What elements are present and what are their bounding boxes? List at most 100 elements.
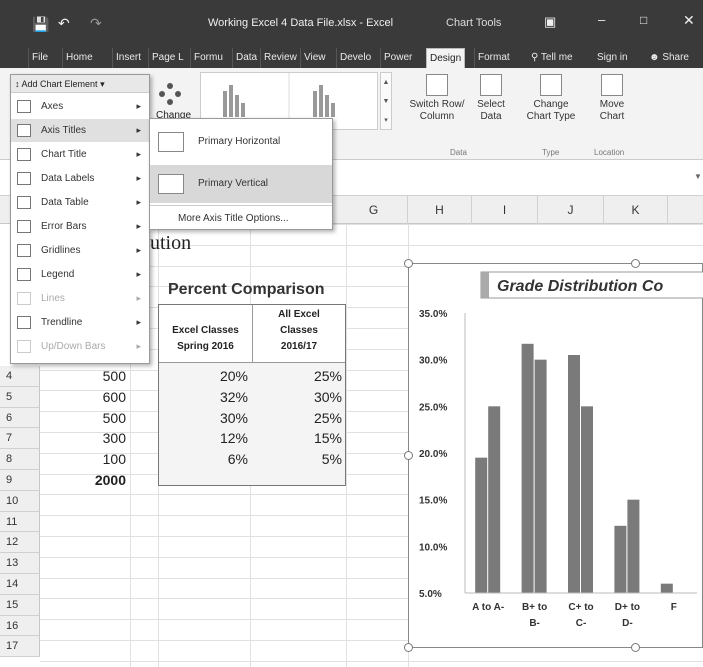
bar[interactable] [488, 406, 501, 593]
ribbon-display-icon[interactable]: ▣ [544, 14, 556, 30]
redo-icon[interactable]: ↷ [90, 15, 102, 32]
bar[interactable] [660, 583, 673, 593]
menu-item-label: Legend [41, 269, 75, 280]
row-header-16[interactable]: 16 [0, 615, 40, 637]
save-icon[interactable]: 💾 [32, 16, 49, 33]
chart-area[interactable]: Grade Distribution Co 35.0% 30.0% 25.0% 20.0… [408, 263, 703, 648]
menu-item-axis-titles[interactable]: Axis Titles ▸ [11, 119, 149, 142]
row-header-11[interactable]: 11 [0, 511, 40, 533]
resize-handle-top[interactable] [631, 259, 640, 268]
menu-item-axes[interactable]: Axes ▸ [11, 95, 149, 118]
close-icon[interactable]: ✕ [683, 12, 695, 29]
tab-format[interactable]: Format [474, 48, 513, 68]
menu-item-legend[interactable]: Legend ▸ [11, 263, 149, 286]
pct-spring-cell[interactable]: 12% [158, 430, 252, 446]
sign-in-link[interactable]: Sign in [594, 48, 631, 68]
row-header-12[interactable]: 12 [0, 532, 40, 554]
move-chart-icon [601, 74, 623, 96]
bar[interactable] [534, 359, 547, 593]
menu-item-data-labels[interactable]: Data Labels ▸ [11, 167, 149, 190]
share-button[interactable]: ☻ Share [646, 48, 692, 68]
tab-data[interactable]: Data [232, 48, 260, 68]
pct-all-cell[interactable]: 25% [252, 410, 346, 426]
row-header-5[interactable]: 5 [0, 386, 40, 408]
column-header-k[interactable]: K [604, 196, 668, 224]
maximize-icon[interactable]: □ [640, 13, 647, 27]
menu-item-label: Gridlines [41, 245, 81, 256]
count-cell[interactable]: 600 [40, 389, 130, 405]
more-axis-title-options[interactable]: More Axis Title Options... [178, 213, 289, 224]
menu-item-trendline[interactable]: Trendline ▸ [11, 311, 149, 334]
pct-all-cell[interactable]: 5% [252, 451, 346, 467]
bar[interactable] [627, 499, 640, 593]
menu-item-gridlines[interactable]: Gridlines ▸ [11, 239, 149, 262]
pct-all-cell[interactable]: 15% [252, 430, 346, 446]
menu-item-chart-title[interactable]: Chart Title ▸ [11, 143, 149, 166]
tab-design[interactable]: Design [426, 48, 466, 68]
y-tick-label: 30.0% [419, 356, 447, 367]
count-cell[interactable]: 2000 [40, 472, 130, 488]
row-header-10[interactable]: 10 [0, 490, 40, 512]
tab-file[interactable]: File [28, 48, 51, 68]
x-tick-label: C+ to C- [568, 602, 593, 629]
column-header-g[interactable]: G [340, 196, 408, 224]
change-chart-type-button[interactable]: Change Chart Type [520, 74, 582, 123]
tab-formu[interactable]: Formu [190, 48, 226, 68]
row-header-15[interactable]: 15 [0, 594, 40, 616]
minimize-icon[interactable]: – [598, 12, 605, 27]
resize-handle-bottom-left[interactable] [404, 643, 413, 652]
gallery-scroll[interactable]: ▲ ▼ ▾ [380, 72, 392, 130]
expand-formula-icon[interactable]: ▼ [694, 172, 702, 181]
column-header-i[interactable]: I [472, 196, 538, 224]
add-chart-element-button[interactable]: ↕ Add Chart Element ▾ [11, 75, 149, 93]
count-cell[interactable]: 100 [40, 451, 130, 467]
move-chart-button[interactable]: Move Chart [588, 74, 636, 123]
change-colors-icon[interactable] [150, 74, 190, 114]
row-header-14[interactable]: 14 [0, 574, 40, 595]
tell-me-box[interactable]: ⚲ Tell me [528, 48, 576, 68]
pct-spring-cell[interactable]: 20% [158, 368, 252, 384]
tab-view[interactable]: View [300, 48, 329, 68]
row-header-13[interactable]: 13 [0, 553, 40, 574]
resize-handle-top-left[interactable] [404, 259, 413, 268]
resize-handle-bottom[interactable] [631, 643, 640, 652]
tab-power[interactable]: Power [380, 48, 415, 68]
column-header-h[interactable]: H [408, 196, 472, 224]
switch-row-column-button[interactable]: Switch Row/ Column [404, 74, 470, 123]
row-header-17[interactable]: 17 [0, 636, 40, 658]
bar[interactable] [614, 525, 627, 593]
add-chart-element-label: Add Chart Element [21, 79, 98, 89]
select-data-button[interactable]: Select Data [472, 74, 510, 123]
pct-all-cell[interactable]: 25% [252, 368, 346, 384]
resize-handle-left[interactable] [404, 451, 413, 460]
count-cell[interactable]: 500 [40, 410, 130, 426]
pct-all-cell[interactable]: 30% [252, 389, 346, 405]
tab-pagel[interactable]: Page L [148, 48, 187, 68]
row-header-9[interactable]: 9 [0, 470, 40, 491]
primary-vertical-item[interactable]: Primary Vertical [150, 165, 332, 203]
primary-horizontal-item[interactable]: Primary Horizontal [150, 123, 332, 161]
pct-spring-cell[interactable]: 30% [158, 410, 252, 426]
bar[interactable] [568, 355, 580, 593]
row-header-6[interactable]: 6 [0, 407, 40, 429]
menu-item-data-table[interactable]: Data Table ▸ [11, 191, 149, 214]
chart-title[interactable]: Grade Distribution Co [497, 278, 663, 295]
row-header-7[interactable]: 7 [0, 428, 40, 450]
row-header-4[interactable]: 4 [0, 366, 40, 387]
count-cell[interactable]: 300 [40, 430, 130, 446]
pct-spring-cell[interactable]: 32% [158, 389, 252, 405]
tab-review[interactable]: Review [260, 48, 300, 68]
tab-develo[interactable]: Develo [336, 48, 374, 68]
bar[interactable] [581, 406, 593, 593]
bar[interactable] [521, 343, 534, 593]
row-header-8[interactable]: 8 [0, 449, 40, 470]
count-cell[interactable]: 500 [40, 368, 130, 384]
undo-icon[interactable]: ↶ [58, 15, 70, 32]
bar[interactable] [475, 457, 488, 593]
column-header-j[interactable]: J [538, 196, 604, 224]
tab-home[interactable]: Home [62, 48, 96, 68]
menu-item-error-bars[interactable]: Error Bars ▸ [11, 215, 149, 238]
pct-spring-cell[interactable]: 6% [158, 451, 252, 467]
switch-row-column-label-2: Column [419, 111, 455, 122]
tab-insert[interactable]: Insert [112, 48, 144, 68]
